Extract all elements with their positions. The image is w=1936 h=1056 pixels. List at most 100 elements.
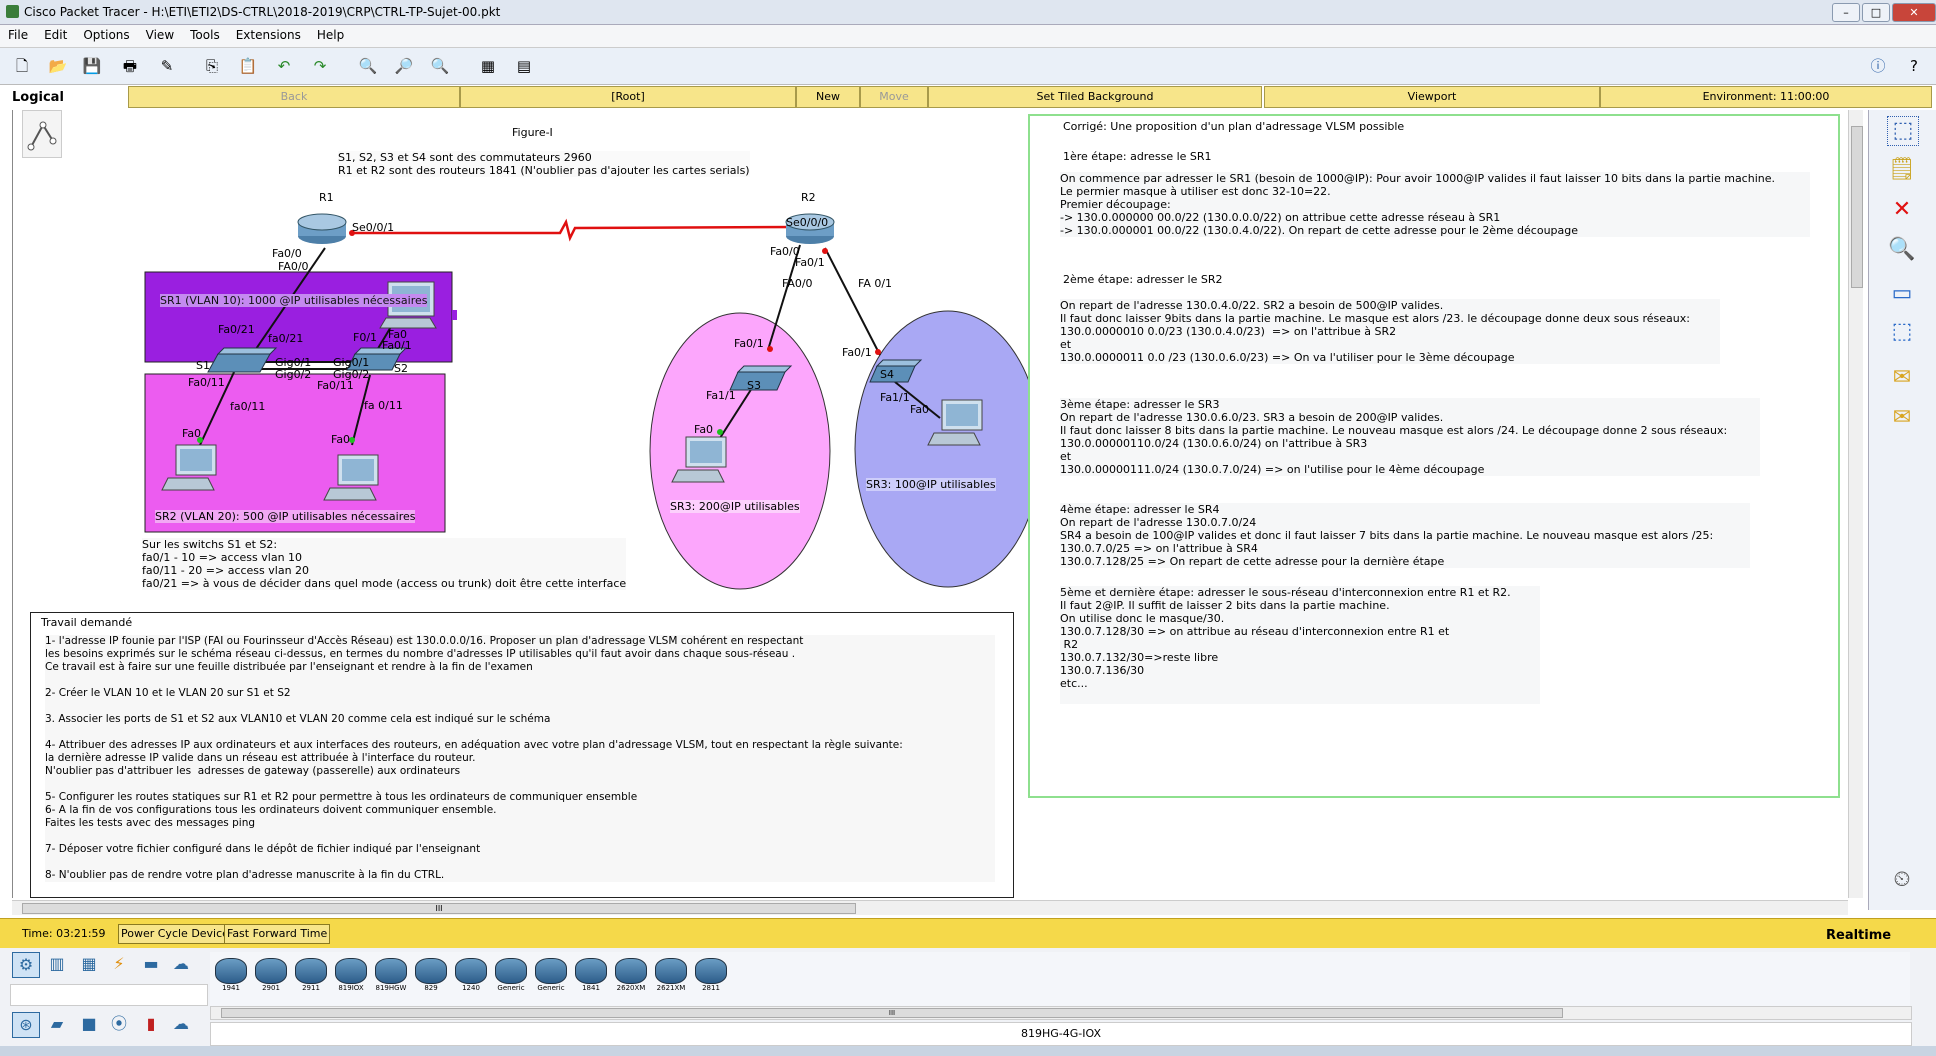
end-devices-icon[interactable]: ▥ [44, 952, 70, 976]
task-box: Travail demandé 1- l'adresse IP founie p… [30, 612, 1014, 898]
device-2911[interactable]: 2911 [294, 958, 328, 1002]
workspace-horizontal-scrollbar[interactable]: III [12, 900, 1848, 915]
workspace-vertical-scrollbar[interactable] [1848, 110, 1863, 898]
device-label: 819HGW [375, 984, 407, 992]
network-info-icon[interactable]: ? [1902, 54, 1926, 78]
step1-text: On commence par adresser le SR1 (besoin … [1060, 172, 1810, 237]
s3-fa11-label: Fa1/1 [706, 389, 736, 402]
vertical-scroll-thumb[interactable] [1851, 126, 1863, 288]
wireless-devices-icon[interactable]: ⦿ [106, 1012, 132, 1036]
se000-label: Se0/0/0 [786, 216, 829, 229]
device-819hgw[interactable]: 819HGW [374, 958, 408, 1002]
link-status-dot [875, 349, 881, 355]
s3-label: S3 [747, 379, 761, 392]
device-label: Generic [537, 984, 565, 992]
figure-title: Figure-I [512, 126, 553, 139]
selected-device-name: 819HG-4G-IOX [210, 1022, 1912, 1046]
device-list-scrollbar[interactable]: III [210, 1006, 1912, 1020]
fast-forward-button[interactable]: Fast Forward Time [224, 924, 331, 944]
r2-label: R2 [801, 191, 816, 204]
r1-fa00b-label: FA0/0 [278, 260, 309, 273]
info-icon[interactable]: ⓘ [1866, 54, 1890, 78]
draw-shape-icon[interactable]: ▭ [1887, 280, 1917, 308]
close-button[interactable]: ✕ [1892, 3, 1936, 22]
device-label: 2811 [702, 984, 720, 992]
network-devices-icon[interactable]: ⚙ [12, 952, 40, 978]
device-label: 2620XM [616, 984, 646, 992]
switches-icon[interactable]: ▰ [44, 1012, 70, 1036]
s1-fa021b-label: fa0/21 [268, 332, 304, 345]
task-body: 1- l'adresse IP founie par l'ISP (FAI ou… [45, 635, 995, 882]
task-title: Travail demandé [41, 616, 133, 629]
device-label: 2901 [262, 984, 280, 992]
device-2901[interactable]: 2901 [254, 958, 288, 1002]
sr3-area [649, 312, 831, 590]
wan-emulation-icon[interactable]: ☁ [168, 1012, 194, 1036]
security-icon[interactable]: ▮ [138, 1012, 164, 1036]
sr3-label: SR3: 200@IP utilisables [670, 500, 800, 513]
router-r1-icon[interactable] [297, 213, 347, 244]
device-label: 2911 [302, 984, 320, 992]
sr4-area [854, 310, 1040, 588]
link-status-dot [767, 346, 773, 352]
add-complex-pdu-icon[interactable]: ✉ [1887, 404, 1917, 432]
inspect-icon[interactable]: 🔍 [1887, 236, 1917, 264]
select-tool-icon[interactable]: ⬚ [1887, 116, 1919, 146]
link-status-dot [822, 248, 828, 254]
device-generic[interactable]: Generic [534, 958, 568, 1002]
s2-fa01-label: Fa0/1 [382, 339, 412, 352]
minimize-button[interactable]: – [1832, 3, 1860, 22]
sim-time: Time: 03:21:59 [22, 927, 106, 940]
realtime-clock-icon[interactable]: ⏲ [1887, 866, 1917, 894]
delete-icon[interactable]: ✕ [1887, 196, 1917, 224]
device-819iox[interactable]: 819IOX [334, 958, 368, 1002]
step4-text: 4ème étape: adresser le SR4 On repart de… [1060, 503, 1750, 568]
device-label: 2621XM [656, 984, 686, 992]
s4-pc-fa0-label: Fa0 [910, 403, 930, 416]
step2-text: On repart de l'adresse 130.0.4.0/22. SR2… [1060, 299, 1720, 364]
s4-fa11-label: Fa1/1 [880, 391, 910, 404]
device-2621xm[interactable]: 2621XM [654, 958, 688, 1002]
device-1841[interactable]: 1841 [574, 958, 608, 1002]
device-scroll-thumb[interactable]: III [221, 1008, 1563, 1018]
s4-label: S4 [880, 368, 894, 381]
device-829[interactable]: 829 [414, 958, 448, 1002]
misc-icon[interactable]: ▬ [138, 952, 164, 976]
device-label: 829 [424, 984, 438, 992]
place-note-icon[interactable]: 🗒 [1887, 156, 1917, 184]
device-2811[interactable]: 2811 [694, 958, 728, 1002]
r2-fa01b-label: FA 0/1 [858, 277, 893, 290]
multiuser-icon[interactable]: ☁ [168, 952, 194, 976]
s2-fa011-label: Fa0/11 [317, 379, 354, 392]
device-1240[interactable]: 1240 [454, 958, 488, 1002]
r1-fa00-label: Fa0/0 [272, 247, 302, 260]
device-label: 819IOX [338, 984, 364, 992]
serial-link-r1-r2 [350, 218, 801, 242]
r2-fa00b-label: FA0/0 [782, 277, 813, 290]
vlan10-edge [452, 310, 457, 320]
s4-fa01-label: Fa0/1 [842, 346, 872, 359]
taskbar-strip [0, 1046, 1936, 1056]
environment-button[interactable]: Environment: 11:00:00 [1600, 86, 1932, 108]
s1-fa011-label: Fa0/11 [188, 376, 225, 389]
link-r2-s4 [824, 247, 881, 356]
routers-icon[interactable]: ⊛ [12, 1012, 40, 1038]
common-tools-panel: ⬚ 🗒 ✕ 🔍 ▭ ⬚ ✉ ✉ ⏲ [1868, 110, 1936, 910]
viewport-button[interactable]: Viewport [1264, 86, 1600, 108]
sr1-label: SR1 (VLAN 10): 1000 @IP utilisables néce… [160, 294, 428, 307]
device-2620xm[interactable]: 2620XM [614, 958, 648, 1002]
s1-fa011b-label: fa0/11 [230, 400, 266, 413]
device-generic[interactable]: Generic [494, 958, 528, 1002]
power-cycle-button[interactable]: Power Cycle Devices [118, 924, 238, 944]
realtime-mode-label[interactable]: Realtime [1826, 928, 1891, 943]
horizontal-scroll-thumb[interactable]: III [22, 903, 856, 914]
step5-text: 5ème et dernière étape: adresser le sous… [1060, 586, 1540, 704]
maximize-button[interactable]: □ [1862, 3, 1890, 22]
connections-icon[interactable]: ⚡ [106, 952, 132, 976]
components-icon[interactable]: ▦ [76, 952, 102, 976]
hubs-icon[interactable]: ■ [76, 1012, 102, 1036]
device-1941[interactable]: 1941 [214, 958, 248, 1002]
add-simple-pdu-icon[interactable]: ✉ [1887, 364, 1917, 392]
link-status-dot [717, 429, 723, 435]
resize-shape-icon[interactable]: ⬚ [1887, 318, 1917, 346]
